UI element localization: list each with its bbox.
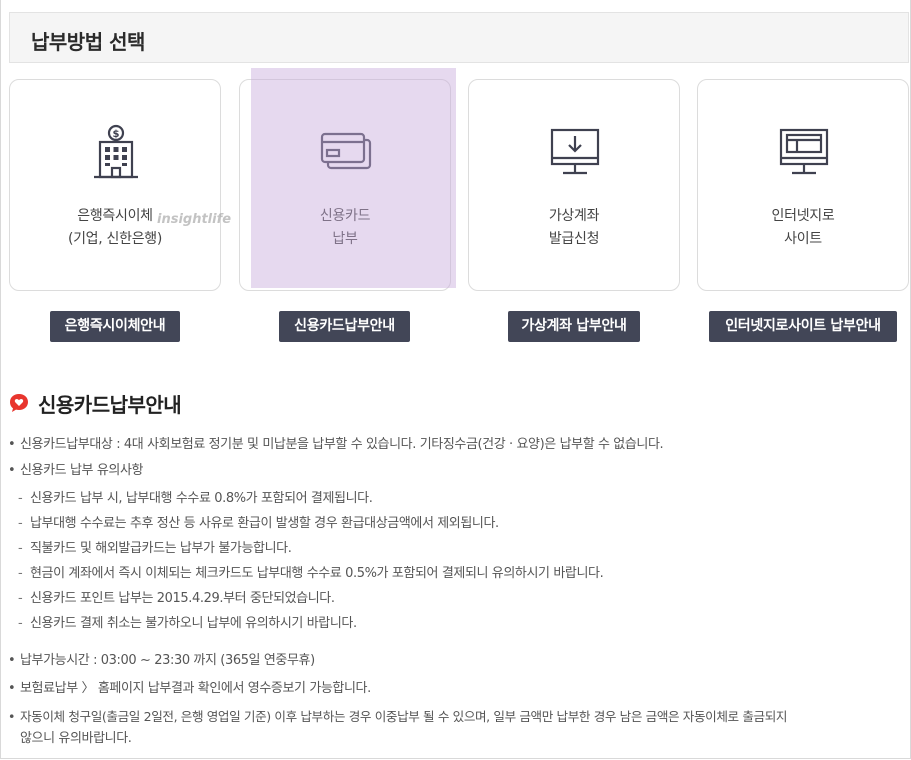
note-item: 직불카드 및 해외발급카드는 납부가 불가능합니다. <box>18 541 292 557</box>
watermark: insightlife <box>157 212 232 227</box>
monitor-web-icon <box>779 128 829 175</box>
note-item: 신용카드 포인트 납부는 2015.4.29.부터 중단되었습니다. <box>18 591 335 607</box>
section-header: 납부방법 선택 <box>9 12 909 63</box>
payment-card-virtual-account[interactable]: 가상계좌 발급신청 <box>468 79 680 291</box>
note-item: 현금이 계좌에서 즉시 이체되는 체크카드도 납부대행 수수료 0.5%가 포함… <box>18 566 604 582</box>
bank-building-icon: $ <box>94 124 138 179</box>
note-item: 납부대행 수수료는 추후 정산 등 사유로 환급이 발생할 경우 환급대상금액에… <box>18 516 499 532</box>
payment-card-bank-transfer[interactable]: $ 은행즉시이체 (기업, 신한은행) <box>9 79 221 291</box>
info-target: 신용카드납부대상 : 4대 사회보험료 정기분 및 미납분을 납부할 수 있습니… <box>8 437 664 453</box>
note-item: 신용카드 납부 시, 납부대행 수수료 0.8%가 포함되어 결제됩니다. <box>18 491 373 507</box>
info-auto-transfer: 자동이체 청구일(출금일 2일전, 은행 영업일 기준) 이후 납부하는 경우 … <box>8 709 787 725</box>
bank-transfer-guide-button[interactable]: 은행즉시이체안내 <box>50 311 180 342</box>
payment-card-internet-giro[interactable]: 인터넷지로 사이트 <box>697 79 909 291</box>
credit-card-guide-button[interactable]: 신용카드납부안내 <box>279 311 410 342</box>
info-hours: 납부가능시간 : 03:00 ~ 23:30 까지 (365일 연중무휴) <box>8 653 315 669</box>
card-label: 가상계좌 발급신청 <box>548 208 600 247</box>
selection-highlight <box>251 68 456 288</box>
speech-heart-icon <box>10 394 28 412</box>
note-item: 신용카드 결제 취소는 불가하오니 납부에 유의하시기 바랍니다. <box>18 616 357 632</box>
info-auto-transfer-cont: 않으니 유의바랍니다. <box>20 731 132 746</box>
virtual-account-guide-button[interactable]: 가상계좌 납부안내 <box>508 311 640 342</box>
card-label: 인터넷지로 사이트 <box>771 208 835 247</box>
section-title: 신용카드납부안내 <box>9 390 182 417</box>
info-notes-title: 신용카드 납부 유의사항 <box>8 463 143 479</box>
svg-text:$: $ <box>113 129 120 140</box>
info-receipt: 보험료납부 〉 홈페이지 납부결과 확인에서 영수증보기 가능합니다. <box>8 681 371 697</box>
monitor-download-icon <box>550 128 600 175</box>
page-title: 납부방법 선택 <box>31 30 145 54</box>
internet-giro-guide-button[interactable]: 인터넷지로사이트 납부안내 <box>709 311 897 342</box>
